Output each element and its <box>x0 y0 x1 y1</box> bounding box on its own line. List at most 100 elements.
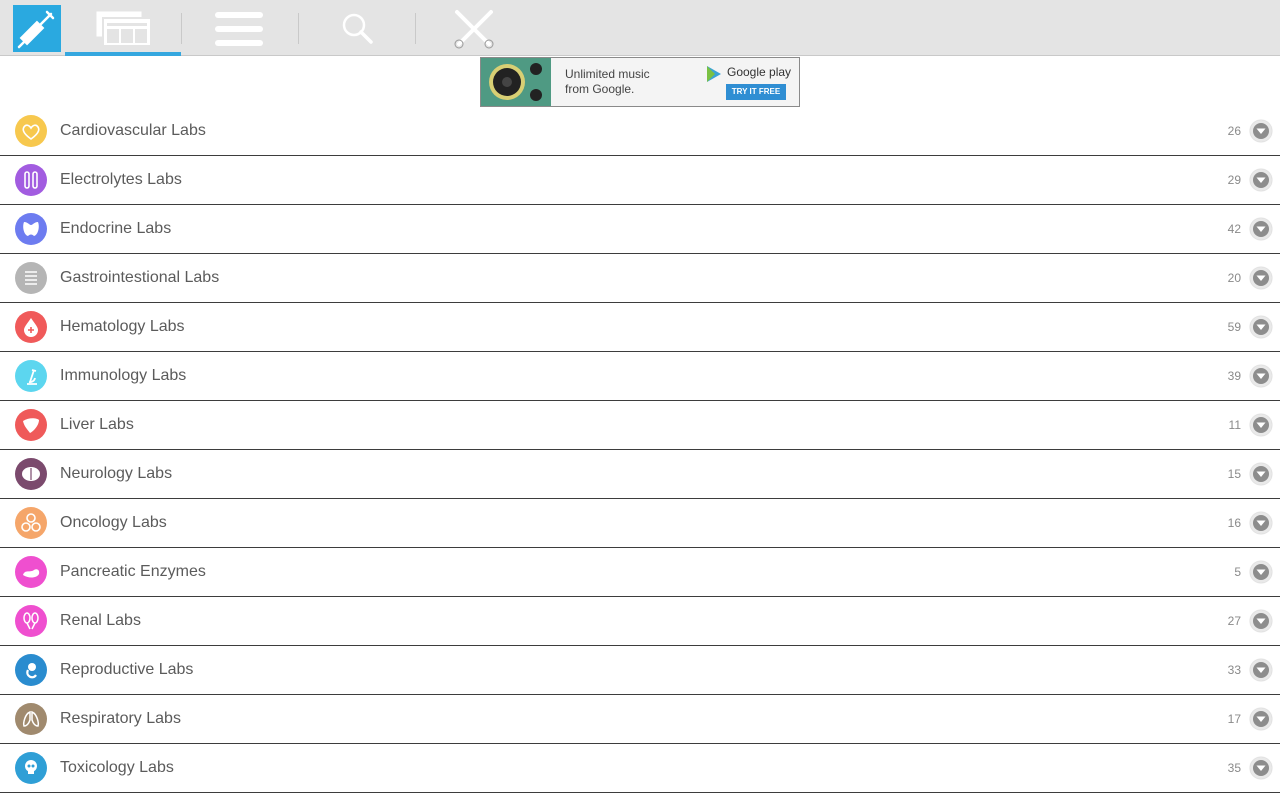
top-toolbar <box>0 0 1280 56</box>
lungs-icon <box>23 710 39 727</box>
chevron-down-icon <box>1253 662 1269 678</box>
category-icon <box>15 703 47 735</box>
chevron-down-icon <box>1253 711 1269 727</box>
chevron-down-icon <box>1253 368 1269 384</box>
chevron-down-icon <box>1253 123 1269 139</box>
google-play-badge[interactable]: Google play TRY IT FREE <box>705 63 795 103</box>
try-it-free-button[interactable]: TRY IT FREE <box>726 84 786 100</box>
expand-button[interactable] <box>1250 316 1272 338</box>
ad-text-line2: from Google. <box>565 82 635 96</box>
tools-icon <box>454 10 494 49</box>
chevron-down-icon <box>1253 417 1269 433</box>
category-row[interactable]: Hematology Labs 59 <box>0 303 1280 352</box>
category-icon <box>15 605 47 637</box>
category-icon <box>15 654 47 686</box>
category-row[interactable]: Immunology Labs 39 <box>0 352 1280 401</box>
chevron-down-icon <box>1253 466 1269 482</box>
skull-icon <box>25 760 37 774</box>
app-syringe-button[interactable] <box>13 5 61 52</box>
category-count: 29 <box>1227 173 1241 187</box>
liver-icon <box>23 418 39 433</box>
chevron-down-icon <box>1253 221 1269 237</box>
category-row[interactable]: Liver Labs 11 <box>0 401 1280 450</box>
category-icon <box>15 360 47 392</box>
category-icon <box>15 262 47 294</box>
fetus-icon <box>26 663 37 679</box>
expand-button[interactable] <box>1250 169 1272 191</box>
expand-button[interactable] <box>1250 218 1272 240</box>
category-count: 39 <box>1227 369 1241 383</box>
category-label: Neurology Labs <box>60 465 173 482</box>
pancreas-icon <box>23 569 40 578</box>
test-tubes-icon <box>24 171 38 189</box>
tab-menu[interactable] <box>182 0 298 56</box>
category-count: 35 <box>1227 761 1241 775</box>
category-label: Hematology Labs <box>60 318 185 335</box>
category-label: Respiratory Labs <box>60 710 181 727</box>
category-icon <box>15 507 47 539</box>
category-label: Oncology Labs <box>60 514 167 531</box>
category-icon <box>15 556 47 588</box>
ad-banner[interactable]: Unlimited music from Google. Google play… <box>480 57 800 107</box>
category-label: Toxicology Labs <box>60 759 174 776</box>
active-tab-indicator <box>65 52 181 56</box>
category-row[interactable]: Respiratory Labs 17 <box>0 695 1280 744</box>
chevron-down-icon <box>1253 564 1269 580</box>
chevron-down-icon <box>1253 172 1269 188</box>
category-row[interactable]: Endocrine Labs 42 <box>0 205 1280 254</box>
expand-button[interactable] <box>1250 120 1272 142</box>
category-row[interactable]: Electrolytes Labs 29 <box>0 156 1280 205</box>
syringe-icon <box>17 10 55 49</box>
category-row[interactable]: Cardiovascular Labs 26 <box>0 107 1280 156</box>
tab-search[interactable] <box>299 0 415 56</box>
category-row[interactable]: Reproductive Labs 33 <box>0 646 1280 695</box>
category-label: Immunology Labs <box>60 367 187 384</box>
category-count: 11 <box>1228 418 1241 432</box>
expand-button[interactable] <box>1250 512 1272 534</box>
category-label: Electrolytes Labs <box>60 171 182 188</box>
category-count: 27 <box>1227 614 1241 628</box>
category-count: 20 <box>1227 271 1241 285</box>
category-label: Endocrine Labs <box>60 220 172 237</box>
expand-button[interactable] <box>1250 365 1272 387</box>
category-label: Pancreatic Enzymes <box>60 563 206 580</box>
ad-text: Unlimited music from Google. <box>565 67 650 97</box>
chevron-down-icon <box>1253 613 1269 629</box>
category-row[interactable]: Toxicology Labs 35 <box>0 744 1280 793</box>
speaker-icon <box>489 63 542 101</box>
expand-button[interactable] <box>1250 267 1272 289</box>
category-row[interactable]: Pancreatic Enzymes 5 <box>0 548 1280 597</box>
category-count: 26 <box>1227 124 1241 138</box>
expand-button[interactable] <box>1250 463 1272 485</box>
intestine-icon <box>25 271 37 285</box>
expand-button[interactable] <box>1250 414 1272 436</box>
category-icon <box>15 752 47 784</box>
chevron-down-icon <box>1253 270 1269 286</box>
chevron-down-icon <box>1253 515 1269 531</box>
expand-button[interactable] <box>1250 610 1272 632</box>
search-icon <box>342 13 373 44</box>
category-label: Liver Labs <box>60 416 134 433</box>
chevron-down-icon <box>1253 319 1269 335</box>
tab-tools[interactable] <box>416 0 532 56</box>
google-play-label: Google play <box>727 65 792 79</box>
category-count: 15 <box>1227 467 1241 481</box>
category-count: 17 <box>1227 712 1241 726</box>
expand-button[interactable] <box>1250 708 1272 730</box>
microscope-icon <box>27 369 37 385</box>
expand-button[interactable] <box>1250 659 1272 681</box>
category-icon <box>15 409 47 441</box>
category-count: 33 <box>1227 663 1241 677</box>
heart-icon <box>22 124 40 140</box>
tab-news[interactable] <box>65 0 181 56</box>
ad-text-line1: Unlimited music <box>565 67 650 81</box>
category-row[interactable]: Oncology Labs 16 <box>0 499 1280 548</box>
play-store-icon <box>707 66 721 82</box>
category-count: 42 <box>1227 222 1241 236</box>
speaker-image <box>481 58 551 106</box>
kidney-icon <box>23 612 39 630</box>
category-row[interactable]: Neurology Labs 15 <box>0 450 1280 499</box>
category-row[interactable]: Gastrointestional Labs 20 <box>0 254 1280 303</box>
expand-button[interactable] <box>1250 561 1272 583</box>
category-row[interactable]: Renal Labs 27 <box>0 597 1280 646</box>
